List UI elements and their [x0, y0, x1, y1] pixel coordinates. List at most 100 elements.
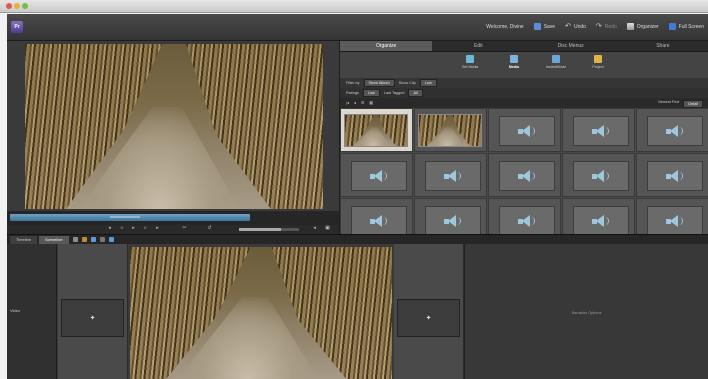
sceneline-clip[interactable]: [130, 247, 392, 379]
grid-view-icon[interactable]: ▦: [369, 100, 373, 105]
zoom-icon[interactable]: [108, 237, 114, 242]
smart-fix-icon[interactable]: [81, 237, 87, 242]
maximize-window-icon[interactable]: [22, 3, 28, 9]
tab-organize[interactable]: Organize: [340, 41, 433, 51]
scrubber-progress[interactable]: [10, 214, 250, 221]
minimize-window-icon[interactable]: [14, 3, 20, 9]
full-screen-button[interactable]: Full Screen: [668, 23, 704, 30]
step-forward-icon[interactable]: ▸: [155, 226, 160, 231]
app-window: Pr Welcome, Divine Save ↶ Undo ↷ Redo Or…: [7, 14, 708, 379]
window-titlebar: [0, 0, 708, 13]
welcome-menu[interactable]: Welcome, Divine: [486, 24, 523, 30]
organizer-button[interactable]: Organizer: [626, 23, 659, 30]
media-nav: |◂ ◂ ☰ ▦: [346, 100, 373, 105]
media-thumbnail-audio[interactable]: [562, 108, 635, 152]
media-thumbnail-audio[interactable]: [636, 153, 708, 197]
media-button[interactable]: Media: [496, 55, 532, 69]
media-thumbnail-audio[interactable]: [562, 153, 635, 197]
instant-movie-button[interactable]: InstantMovie: [538, 55, 574, 69]
transport-controls: ◂ ◃ ▸ ▹ ▸ ✂ ↺ ◂ ▣: [7, 225, 339, 234]
redo-button[interactable]: ↷ Redo: [596, 23, 617, 30]
audio-clip-icon: [370, 215, 388, 227]
audio-clip-icon: [666, 170, 684, 182]
clip-filter-dropdown[interactable]: Low: [419, 79, 437, 87]
select-all-icon[interactable]: ☰: [361, 100, 364, 105]
timeline-tab-bar: Timeline Sceneline: [7, 234, 708, 244]
redo-label: Redo: [604, 23, 617, 30]
empty-scene-slot-left[interactable]: ✦: [58, 244, 128, 379]
video-track-header: Video: [7, 244, 57, 379]
tab-sceneline[interactable]: Sceneline: [38, 235, 69, 244]
rewind-icon[interactable]: ◃: [119, 226, 124, 231]
media-thumbnail-audio[interactable]: [488, 153, 561, 197]
welcome-label: Welcome, Divine: [486, 23, 524, 30]
empty-scene-slot-right[interactable]: ✦: [394, 244, 464, 379]
full-screen-icon: [668, 23, 676, 30]
undo-label: Undo: [573, 23, 586, 30]
save-label: Save: [543, 23, 556, 30]
view-mode-dropdown[interactable]: Detail: [683, 100, 703, 108]
top-menubar: Pr Welcome, Divine Save ↶ Undo ↷ Redo Or…: [7, 14, 708, 41]
audio-clip-icon: [592, 215, 610, 227]
undo-icon: ↶: [565, 23, 571, 30]
media-thumbnail-video-2[interactable]: [414, 108, 487, 152]
monitor-options-icon[interactable]: ▣: [325, 226, 330, 231]
tab-timeline[interactable]: Timeline: [10, 235, 37, 244]
media-thumbnail-audio[interactable]: [340, 198, 413, 234]
project-button[interactable]: Project: [580, 55, 616, 69]
speaker-volume-icon[interactable]: ◂: [312, 226, 317, 231]
close-window-icon[interactable]: [6, 3, 12, 9]
video-preview[interactable]: [25, 44, 323, 209]
audio-tool-icon[interactable]: [72, 237, 78, 242]
album-filter-dropdown[interactable]: Show Album: [363, 79, 395, 87]
audio-clip-icon: [592, 170, 610, 182]
volume-slider[interactable]: [239, 228, 299, 231]
markers-icon[interactable]: [90, 237, 96, 242]
media-thumbnail-audio[interactable]: [488, 108, 561, 152]
fast-forward-icon[interactable]: ▹: [143, 226, 148, 231]
step-back-icon[interactable]: ◂: [107, 226, 112, 231]
media-thumbnail-audio[interactable]: [636, 198, 708, 234]
tab-share[interactable]: Share: [617, 41, 708, 51]
split-clip-icon[interactable]: ✂: [182, 226, 187, 231]
video-track-label: Video: [10, 308, 21, 313]
instant-movie-icon: [552, 55, 560, 63]
ratings-dropdown[interactable]: Low: [362, 89, 380, 97]
add-scene-icon: ✦: [425, 315, 432, 322]
narration-icon[interactable]: [99, 237, 105, 242]
audio-clip-icon: [518, 125, 536, 137]
play-icon[interactable]: ▸: [131, 226, 136, 231]
media-thumbnail-audio[interactable]: [636, 108, 708, 152]
media-thumbnail-video-1[interactable]: [340, 108, 413, 152]
undo-button[interactable]: ↶ Undo: [565, 23, 586, 30]
tagged-label: Last Tagged: [383, 91, 405, 95]
full-screen-label: Full Screen: [678, 23, 704, 30]
get-media-button[interactable]: Get Media: [452, 55, 488, 69]
media-thumbnail-audio[interactable]: [340, 153, 413, 197]
view-bar: |◂ ◂ ☰ ▦ Newest First Detail: [340, 98, 708, 108]
sort-order-dropdown[interactable]: Newest First: [658, 100, 679, 108]
tab-edit[interactable]: Edit: [432, 41, 524, 51]
menubar-actions: Welcome, Divine Save ↶ Undo ↷ Redo Organ…: [486, 23, 704, 30]
media-thumbnail-audio[interactable]: [488, 198, 561, 234]
scrubber-bar[interactable]: [7, 211, 339, 225]
prev-page-icon[interactable]: ◂: [354, 100, 356, 105]
organizer-icon: [626, 23, 634, 30]
audio-clip-icon: [666, 215, 684, 227]
media-grid: [340, 108, 708, 234]
audio-clip-icon: [444, 170, 462, 182]
sort-controls: Newest First Detail: [658, 100, 703, 108]
panel-tabs: Organize Edit Disc Menus Share: [340, 41, 708, 52]
project-icon: [594, 55, 602, 63]
first-page-icon[interactable]: |◂: [346, 100, 349, 105]
filter-row-1: Filter by Show Album Show Clip Low: [340, 78, 708, 88]
media-thumbnail-audio[interactable]: [414, 198, 487, 234]
media-thumbnail-audio[interactable]: [414, 153, 487, 197]
narration-drop-zone[interactable]: Narration Options: [464, 244, 708, 379]
tab-disc-menus[interactable]: Disc Menus: [525, 41, 617, 51]
save-button[interactable]: Save: [533, 23, 556, 30]
media-thumbnail-audio[interactable]: [562, 198, 635, 234]
loop-icon[interactable]: ↺: [207, 226, 212, 231]
tagged-dropdown[interactable]: All: [408, 89, 423, 97]
organizer-label: Organizer: [636, 23, 659, 30]
